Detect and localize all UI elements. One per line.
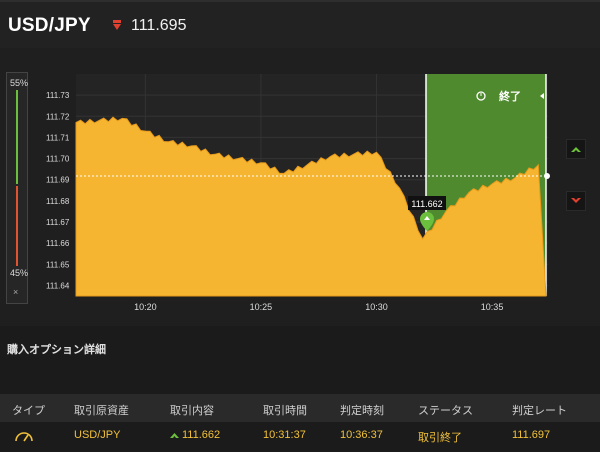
down-sentiment-fill [16, 186, 18, 266]
col-asset: 取引原資産 [74, 405, 129, 417]
up-arrow-icon [571, 147, 581, 152]
chart-panel [0, 48, 600, 326]
row-content: 111.662 [182, 429, 221, 441]
up-sentiment-fill [16, 90, 18, 184]
col-type: タイプ [12, 405, 45, 417]
section-title: 購入オプション詳細 [7, 344, 106, 356]
row-rate: 111.697 [512, 429, 551, 441]
up-percentage: 55% [10, 78, 29, 88]
col-content: 取引内容 [170, 405, 214, 417]
col-rate: 判定レート [512, 405, 567, 417]
close-sentiment-button[interactable]: × [13, 287, 18, 297]
col-judge-time: 判定時刻 [340, 405, 384, 417]
row-judge-time: 10:36:37 [340, 429, 383, 441]
down-arrow-icon [113, 20, 121, 30]
header-bar: USD/JPY 111.695 [0, 0, 600, 48]
table-row[interactable]: USD/JPY 111.662 10:31:37 10:36:37 取引終了 1… [0, 422, 600, 450]
row-trade-time: 10:31:37 [263, 429, 306, 441]
up-arrow-icon [170, 433, 179, 438]
detail-table-header: タイプ 取引原資産 取引内容 取引時間 判定時刻 ステータス 判定レート [0, 394, 600, 422]
buy-up-button[interactable] [566, 139, 586, 159]
section-separator [0, 366, 600, 388]
down-arrow-icon [571, 198, 581, 203]
col-status: ステータス [418, 405, 473, 417]
currency-pair-title: USD/JPY [8, 15, 91, 36]
row-status: 取引終了 [418, 432, 462, 444]
buy-down-button[interactable] [566, 191, 586, 211]
col-trade-time: 取引時間 [263, 405, 307, 417]
down-percentage: 45% [10, 268, 29, 278]
current-price: 111.695 [131, 17, 187, 34]
row-asset: USD/JPY [74, 429, 121, 441]
gauge-icon [15, 432, 33, 442]
